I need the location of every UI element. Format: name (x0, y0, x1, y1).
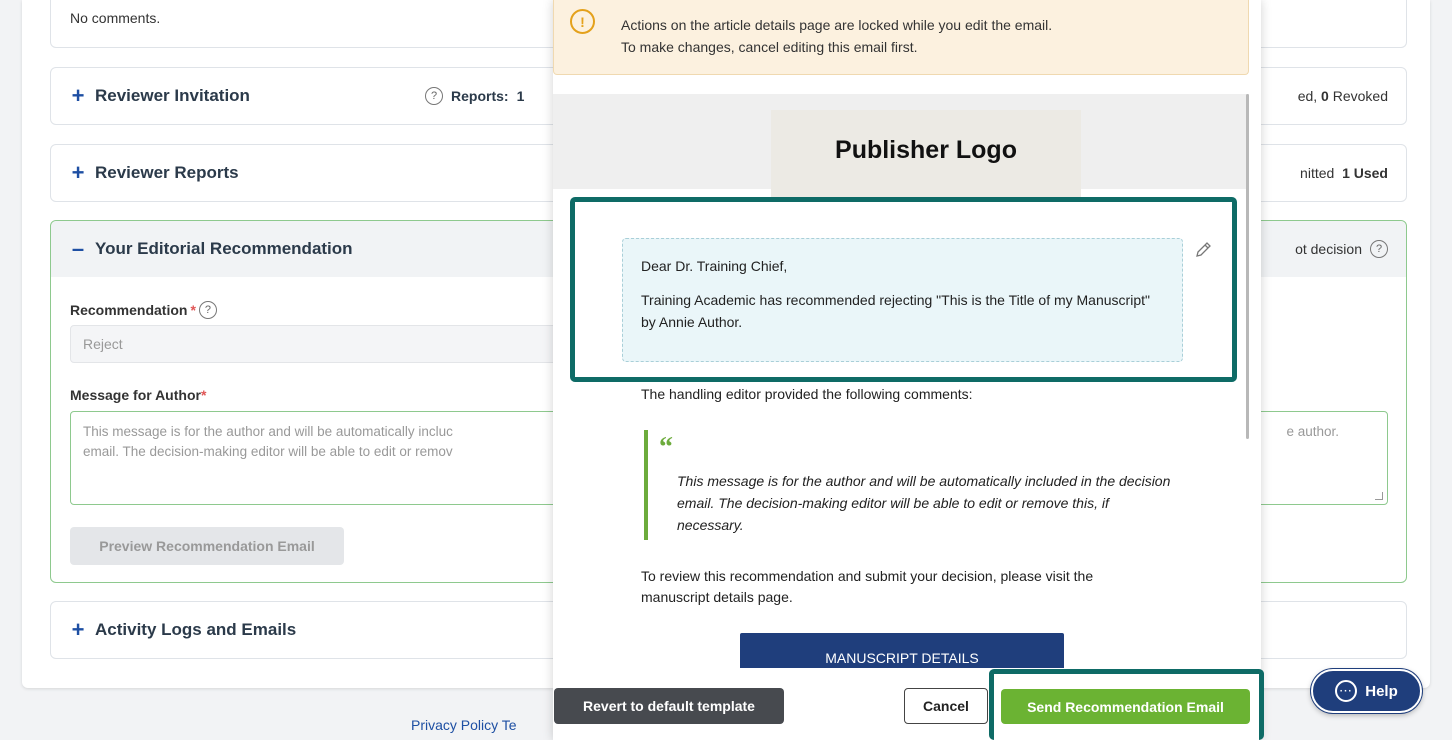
revoked-label: Revoked (1332, 88, 1388, 104)
help-circle-icon[interactable]: ? (425, 87, 443, 105)
no-comments-text: No comments. (70, 10, 161, 26)
collapse-minus-icon[interactable]: – (71, 236, 85, 262)
publisher-logo: Publisher Logo (771, 110, 1081, 200)
message-label-text: Message for Author (70, 387, 201, 403)
reports-status-tail: nitted (1300, 165, 1335, 181)
help-circle-icon[interactable]: ? (198, 301, 217, 319)
decision-tail: ot decision ? (1295, 240, 1388, 258)
manuscript-details-button[interactable]: MANUSCRIPT DETAILS (740, 633, 1064, 668)
editorial-recommendation-title: Your Editorial Recommendation (95, 239, 353, 258)
reviewer-reports-title: Reviewer Reports (95, 163, 239, 182)
message-for-author-label: Message for Author* (70, 387, 206, 403)
recommendation-label: Recommendation * ? (70, 301, 217, 319)
help-label: Help (1365, 682, 1398, 700)
reports-status-summary: nitted 1 Used (1300, 165, 1388, 181)
required-asterisk: * (200, 387, 207, 403)
review-instruction-text: To review this recommendation and submit… (641, 568, 1094, 605)
decision-tail-text: ot decision (1295, 241, 1362, 257)
send-button-highlight-frame (989, 669, 1264, 740)
warning-text: Actions on the article details page are … (621, 14, 1052, 58)
resize-grip-icon[interactable] (1375, 492, 1383, 500)
expand-plus-icon[interactable]: + (71, 160, 85, 186)
cancel-button[interactable]: Cancel (904, 688, 988, 724)
privacy-policy-link[interactable]: Privacy Policy Te (411, 717, 517, 733)
email-highlight-frame (570, 197, 1237, 382)
invitation-status-tail: ed, (1297, 88, 1318, 104)
required-asterisk: * (190, 302, 196, 318)
help-circle-icon[interactable]: ? (1370, 240, 1388, 258)
warning-icon: ! (570, 9, 595, 34)
revoked-count: 0 (1321, 88, 1329, 104)
help-button[interactable]: ··· Help (1311, 669, 1422, 713)
expand-plus-icon[interactable]: + (71, 83, 85, 109)
locked-warning-banner: ! Actions on the article details page ar… (553, 0, 1249, 75)
recommendation-select[interactable]: Reject (70, 325, 570, 363)
reviewer-invitation-title: Reviewer Invitation (95, 86, 250, 105)
reports-label: Reports: (451, 88, 509, 104)
quote-bar (644, 430, 648, 540)
handling-editor-text: The handling editor provided the followi… (641, 386, 973, 402)
used-count: 1 Used (1342, 165, 1388, 181)
email-scrollbar[interactable] (1246, 94, 1249, 439)
editor-comment-quote: This message is for the author and will … (677, 473, 1171, 533)
recommendation-label-text: Recommendation (70, 302, 188, 318)
activity-logs-title: Activity Logs and Emails (95, 620, 297, 639)
message-placeholder-tail: e author. (1286, 424, 1339, 439)
chat-bubble-icon: ··· (1335, 680, 1358, 702)
revert-to-default-template-button[interactable]: Revert to default template (554, 688, 784, 724)
preview-recommendation-email-button[interactable]: Preview Recommendation Email (70, 527, 344, 565)
invitation-status-summary: ed, 0 Revoked (1298, 88, 1388, 104)
warning-line-1: Actions on the article details page are … (621, 17, 1053, 33)
expand-plus-icon[interactable]: + (71, 617, 85, 643)
quote-mark-icon: “ (659, 432, 673, 463)
warning-line-2: To make changes, cancel editing this ema… (621, 39, 918, 55)
reports-value: 1 (516, 88, 525, 104)
